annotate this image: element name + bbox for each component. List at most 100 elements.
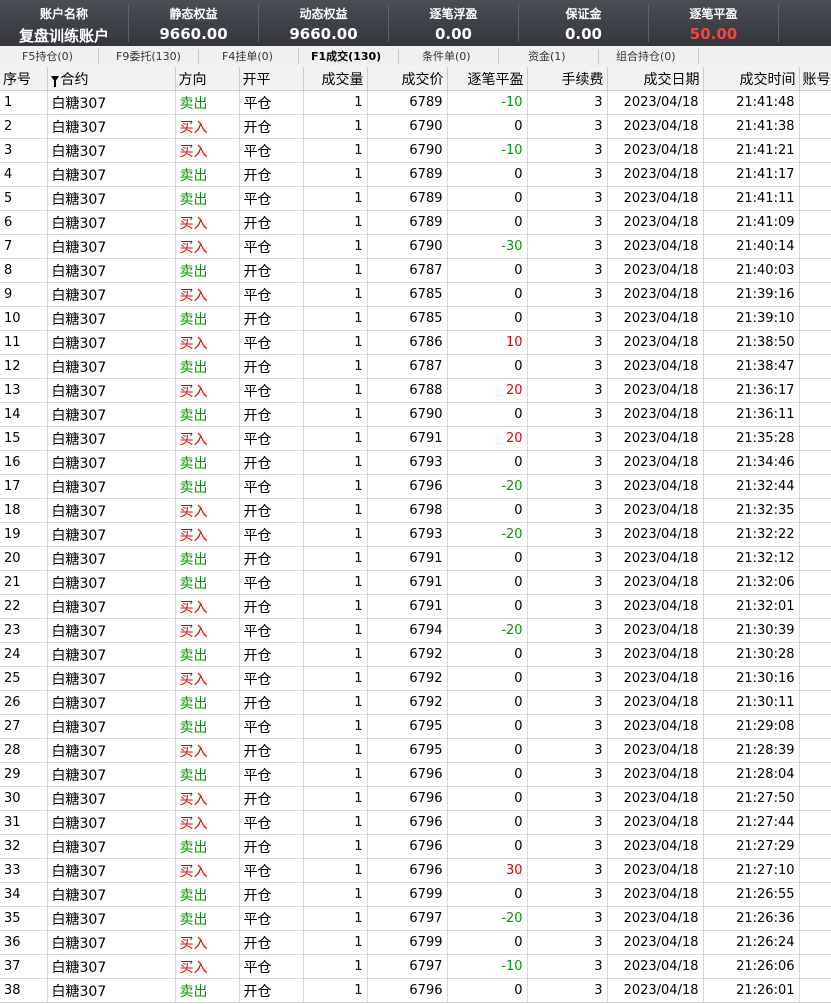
table-row[interactable]: 4 白糖307 卖出 开仓 1 6789 0 3 2023/04/18 21:41:17 [0, 162, 831, 187]
cell-direction: 卖出 [175, 642, 240, 667]
table-row[interactable]: 14 白糖307 卖出 开仓 1 6790 0 3 2023/04/18 21:36:11 [0, 402, 831, 427]
cell-date: 2023/04/18 [607, 258, 704, 283]
cell-fee: 3 [527, 402, 608, 427]
header-date[interactable]: 成交日期 [607, 67, 704, 91]
table-row[interactable]: 18 白糖307 买入 开仓 1 6798 0 3 2023/04/18 21:32:35 [0, 498, 831, 523]
table-row[interactable]: 27 白糖307 卖出 平仓 1 6795 0 3 2023/04/18 21:29:08 [0, 714, 831, 739]
table-row[interactable]: 23 白糖307 买入 平仓 1 6794 -20 3 2023/04/18 21:30:39 [0, 618, 831, 643]
fills-table-container: 序号 合约 方向 开平 成交量 成交价 逐笔平盈 手续费 成交日期 成交时间 账… [0, 67, 831, 1004]
cell-price: 6793 [367, 522, 448, 547]
table-row[interactable]: 1 白糖307 卖出 平仓 1 6789 -10 3 2023/04/18 21:41:48 [0, 90, 831, 115]
cell-price: 6790 [367, 402, 448, 427]
cell-time: 21:26:06 [703, 954, 800, 979]
table-row[interactable]: 17 白糖307 卖出 平仓 1 6796 -20 3 2023/04/18 21:32:44 [0, 474, 831, 499]
cell-date: 2023/04/18 [607, 762, 704, 787]
table-row[interactable]: 8 白糖307 卖出 开仓 1 6787 0 3 2023/04/18 21:40:03 [0, 258, 831, 283]
table-row[interactable]: 11 白糖307 买入 平仓 1 6786 10 3 2023/04/18 21:38:50 [0, 330, 831, 355]
cell-volume: 1 [303, 714, 368, 739]
cell-volume: 1 [303, 810, 368, 835]
table-row[interactable]: 30 白糖307 买入 开仓 1 6796 0 3 2023/04/18 21:27:50 [0, 786, 831, 811]
cell-seq: 22 [0, 594, 48, 619]
header-direction[interactable]: 方向 [175, 67, 240, 91]
header-open-close[interactable]: 开平 [239, 67, 304, 91]
header-contract[interactable]: 合约 [47, 67, 176, 91]
table-row[interactable]: 36 白糖307 买入 开仓 1 6799 0 3 2023/04/18 21:26:24 [0, 930, 831, 955]
header-time[interactable]: 成交时间 [703, 67, 800, 91]
cell-account [799, 450, 831, 475]
tab-funds[interactable]: 资金(1) [528, 46, 566, 67]
table-row[interactable]: 32 白糖307 卖出 开仓 1 6796 0 3 2023/04/18 21:27:29 [0, 834, 831, 859]
cell-closed-pnl: 0 [447, 546, 528, 571]
table-row[interactable]: 13 白糖307 买入 平仓 1 6788 20 3 2023/04/18 21:36:17 [0, 378, 831, 403]
cell-date: 2023/04/18 [607, 498, 704, 523]
table-row[interactable]: 35 白糖307 卖出 平仓 1 6797 -20 3 2023/04/18 21:26:36 [0, 906, 831, 931]
table-row[interactable]: 3 白糖307 买入 平仓 1 6790 -10 3 2023/04/18 21:41:21 [0, 138, 831, 163]
tab-fills[interactable]: F1成交(130) [311, 46, 381, 67]
cell-contract: 白糖307 [47, 594, 176, 619]
cell-open-close: 平仓 [239, 666, 304, 691]
tab-conditional-orders[interactable]: 条件单(0) [422, 46, 471, 67]
table-row[interactable]: 6 白糖307 买入 开仓 1 6789 0 3 2023/04/18 21:41:09 [0, 210, 831, 235]
cell-direction: 买入 [175, 330, 240, 355]
table-row[interactable]: 38 白糖307 卖出 开仓 1 6796 0 3 2023/04/18 21:26:01 [0, 978, 831, 1003]
table-row[interactable]: 10 白糖307 卖出 开仓 1 6785 0 3 2023/04/18 21:39:10 [0, 306, 831, 331]
cell-date: 2023/04/18 [607, 714, 704, 739]
table-row[interactable]: 28 白糖307 买入 开仓 1 6795 0 3 2023/04/18 21:28:39 [0, 738, 831, 763]
header-price[interactable]: 成交价 [367, 67, 448, 91]
table-row[interactable]: 31 白糖307 买入 平仓 1 6796 0 3 2023/04/18 21:27:44 [0, 810, 831, 835]
table-row[interactable]: 2 白糖307 买入 开仓 1 6790 0 3 2023/04/18 21:41:38 [0, 114, 831, 139]
cell-volume: 1 [303, 642, 368, 667]
table-row[interactable]: 33 白糖307 买入 平仓 1 6796 30 3 2023/04/18 21:27:10 [0, 858, 831, 883]
tab-orders[interactable]: F9委托(130) [116, 46, 181, 67]
table-row[interactable]: 25 白糖307 买入 平仓 1 6792 0 3 2023/04/18 21:30:16 [0, 666, 831, 691]
cell-open-close: 平仓 [239, 330, 304, 355]
header-volume[interactable]: 成交量 [303, 67, 368, 91]
table-row[interactable]: 15 白糖307 买入 平仓 1 6791 20 3 2023/04/18 21:35:28 [0, 426, 831, 451]
table-row[interactable]: 29 白糖307 卖出 平仓 1 6796 0 3 2023/04/18 21:28:04 [0, 762, 831, 787]
cell-volume: 1 [303, 546, 368, 571]
header-seq[interactable]: 序号 [0, 67, 48, 91]
filter-icon[interactable] [50, 75, 59, 87]
cell-direction: 买入 [175, 282, 240, 307]
cell-closed-pnl: -20 [447, 474, 528, 499]
cell-date: 2023/04/18 [607, 666, 704, 691]
table-row[interactable]: 21 白糖307 卖出 平仓 1 6791 0 3 2023/04/18 21:32:06 [0, 570, 831, 595]
cell-account [799, 186, 831, 211]
table-row[interactable]: 20 白糖307 卖出 开仓 1 6791 0 3 2023/04/18 21:32:12 [0, 546, 831, 571]
table-row[interactable]: 26 白糖307 卖出 开仓 1 6792 0 3 2023/04/18 21:30:11 [0, 690, 831, 715]
table-row[interactable]: 5 白糖307 卖出 平仓 1 6789 0 3 2023/04/18 21:41:11 [0, 186, 831, 211]
table-row[interactable]: 12 白糖307 卖出 开仓 1 6787 0 3 2023/04/18 21:38:47 [0, 354, 831, 379]
table-row[interactable]: 16 白糖307 卖出 开仓 1 6793 0 3 2023/04/18 21:34:46 [0, 450, 831, 475]
table-row[interactable]: 24 白糖307 卖出 开仓 1 6792 0 3 2023/04/18 21:30:28 [0, 642, 831, 667]
tab-pending[interactable]: F4挂单(0) [222, 46, 273, 67]
cell-account [799, 474, 831, 499]
cell-time: 21:36:11 [703, 402, 800, 427]
cell-date: 2023/04/18 [607, 282, 704, 307]
cell-time: 21:36:17 [703, 378, 800, 403]
cell-seq: 16 [0, 450, 48, 475]
table-row[interactable]: 22 白糖307 买入 开仓 1 6791 0 3 2023/04/18 21:32:01 [0, 594, 831, 619]
cell-direction: 买入 [175, 930, 240, 955]
cell-seq: 25 [0, 666, 48, 691]
header-fee[interactable]: 手续费 [527, 67, 608, 91]
cell-direction: 买入 [175, 738, 240, 763]
header-closed-pnl[interactable]: 逐笔平盈 [447, 67, 528, 91]
cell-account [799, 594, 831, 619]
cell-contract: 白糖307 [47, 786, 176, 811]
cell-direction: 卖出 [175, 546, 240, 571]
cell-closed-pnl: 0 [447, 450, 528, 475]
cell-closed-pnl: 0 [447, 210, 528, 235]
cell-price: 6791 [367, 426, 448, 451]
table-row[interactable]: 7 白糖307 买入 平仓 1 6790 -30 3 2023/04/18 21:40:14 [0, 234, 831, 259]
table-row[interactable]: 19 白糖307 买入 平仓 1 6793 -20 3 2023/04/18 21:32:22 [0, 522, 831, 547]
cell-contract: 白糖307 [47, 738, 176, 763]
table-row[interactable]: 9 白糖307 买入 平仓 1 6785 0 3 2023/04/18 21:39:16 [0, 282, 831, 307]
tab-positions[interactable]: F5持仓(0) [22, 46, 73, 67]
cell-volume: 1 [303, 234, 368, 259]
cell-contract: 白糖307 [47, 330, 176, 355]
tab-combo-positions[interactable]: 组合持仓(0) [616, 46, 676, 67]
header-account[interactable]: 账号 [799, 67, 831, 91]
table-row[interactable]: 37 白糖307 买入 平仓 1 6797 -10 3 2023/04/18 21:26:06 [0, 954, 831, 979]
cell-open-close: 开仓 [239, 258, 304, 283]
table-row[interactable]: 34 白糖307 卖出 开仓 1 6799 0 3 2023/04/18 21:26:55 [0, 882, 831, 907]
